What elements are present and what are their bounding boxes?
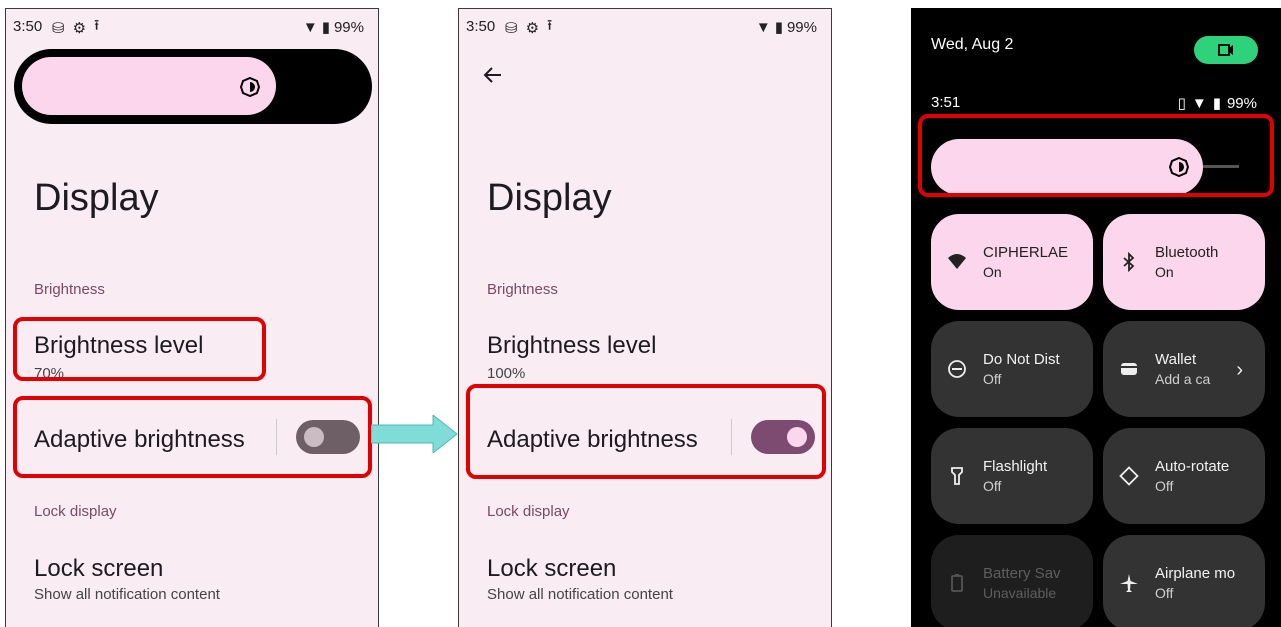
qs-date: Wed, Aug 2 (931, 36, 1014, 53)
do-not-disturb-icon (948, 360, 966, 378)
divider (276, 419, 277, 455)
tile-state: Off (983, 478, 1002, 494)
battery-percent: 99% (1226, 94, 1257, 112)
airplane-icon (1120, 574, 1138, 592)
transition-arrow-icon (371, 415, 458, 453)
tile-wifi[interactable]: CIPHERLAE On (931, 214, 1093, 310)
tile-label: Bluetooth (1155, 244, 1219, 261)
tile-flashlight[interactable]: Flashlight Off (931, 428, 1093, 524)
page-title: Display (34, 177, 159, 219)
lock-screen-sub: Show all notification content (34, 586, 220, 603)
display-settings-screen-after: 3:50 ⛁ ⚙ ⭱ ▼ ▮ 99% Display Brightness Br… (458, 8, 832, 627)
tile-label: Airplane mo (1155, 565, 1236, 582)
toggle-knob (787, 427, 807, 447)
tile-label: Do Not Dist (983, 351, 1060, 368)
lock-screen-sub: Show all notification content (487, 586, 673, 603)
adaptive-brightness-toggle[interactable] (751, 420, 815, 454)
display-settings-screen-before: 3:50 ⛁ ⚙ ⭱ ▼ ▮ 99% Display Brightness Br… (5, 8, 379, 627)
lock-screen-label: Lock screen (34, 555, 164, 582)
battery-saver-icon (951, 574, 963, 592)
settings-gear-icon: ⚙ (72, 19, 87, 37)
status-bar: 3:50 ⛁ ⚙ ⭱ ▼ ▮ 99% (459, 9, 831, 43)
vibrate-icon: ▯ (1177, 95, 1186, 112)
qs-brightness-slider[interactable] (931, 139, 1203, 195)
wifi-icon (948, 254, 966, 269)
page-title: Display (487, 177, 612, 219)
upload-icon: ⭱ (94, 17, 100, 34)
brightness-slider-fill (22, 57, 276, 115)
brightness-level-label: Brightness level (487, 332, 657, 359)
battery-icon: ▮ (321, 19, 330, 36)
adaptive-brightness-label: Adaptive brightness (487, 426, 698, 453)
section-header-brightness: Brightness (34, 281, 105, 298)
status-time: 3:50 (466, 18, 496, 35)
settings-gear-icon: ⚙ (525, 19, 540, 37)
tile-state: Off (983, 371, 1002, 387)
tile-label: Flashlight (983, 458, 1048, 475)
brightness-slider[interactable] (14, 49, 372, 124)
wallet-icon (1121, 363, 1137, 375)
tile-state: Off (1155, 585, 1174, 601)
adaptive-brightness-label: Adaptive brightness (34, 426, 245, 453)
wifi-icon: ▼ (302, 18, 318, 36)
status-time: 3:50 (13, 18, 43, 35)
battery-percent: 99% (333, 18, 364, 36)
brightness-icon (240, 77, 260, 97)
adaptive-brightness-toggle[interactable] (296, 420, 360, 454)
tile-label: Battery Sav (983, 565, 1061, 582)
battery-icon: ▮ (774, 19, 783, 36)
sim-icon: ⛁ (505, 19, 518, 37)
tile-state: On (983, 264, 1002, 280)
camera-in-use-button[interactable] (1194, 36, 1258, 64)
tile-label: Auto-rotate (1155, 458, 1230, 475)
qs-brightness-track (1203, 165, 1239, 168)
tile-battery-saver: Battery Sav Unavailable (931, 535, 1093, 627)
tile-state: Off (1155, 478, 1174, 494)
tile-state: Add a ca (1155, 371, 1211, 387)
section-header-lock-display: Lock display (487, 503, 570, 520)
chevron-right-icon: › (1236, 359, 1243, 381)
lock-screen-label: Lock screen (487, 555, 617, 582)
battery-icon: ▮ (1212, 95, 1221, 112)
bluetooth-icon (1123, 252, 1135, 272)
brightness-level-value: 70% (34, 365, 65, 382)
section-header-lock-display: Lock display (34, 503, 117, 520)
tile-airplane-mode[interactable]: Airplane mo Off (1103, 535, 1265, 627)
upload-icon: ⭱ (547, 17, 553, 34)
sim-icon: ⛁ (52, 19, 65, 37)
divider (731, 419, 732, 455)
tile-auto-rotate[interactable]: Auto-rotate Off (1103, 428, 1265, 524)
battery-percent: 99% (786, 18, 817, 36)
wifi-icon: ▼ (1191, 94, 1207, 112)
wifi-icon: ▼ (755, 18, 771, 36)
brightness-icon (1169, 157, 1189, 177)
status-bar: 3:50 ⛁ ⚙ ⭱ ▼ ▮ 99% (6, 9, 378, 43)
tile-label: CIPHERLAE (983, 244, 1069, 261)
qs-time: 3:51 (931, 94, 961, 111)
brightness-level-value: 100% (487, 365, 526, 382)
brightness-level-label: Brightness level (34, 332, 204, 359)
tile-state: On (1155, 264, 1174, 280)
toggle-knob (304, 427, 324, 447)
tile-label: Wallet (1155, 351, 1197, 368)
back-arrow-icon[interactable] (481, 63, 505, 87)
section-header-brightness: Brightness (487, 281, 558, 298)
flashlight-icon (951, 467, 963, 485)
tile-state: Unavailable (983, 585, 1057, 601)
auto-rotate-icon (1119, 466, 1139, 486)
quick-settings-panel: Wed, Aug 2 3:51 ▯ ▼ ▮ 99% CIPHERLAE On B… (911, 8, 1281, 627)
tile-wallet[interactable]: Wallet Add a ca › (1103, 321, 1265, 417)
tile-bluetooth[interactable]: Bluetooth On (1103, 214, 1265, 310)
tile-do-not-disturb[interactable]: Do Not Dist Off (931, 321, 1093, 417)
camera-icon (1218, 44, 1233, 56)
